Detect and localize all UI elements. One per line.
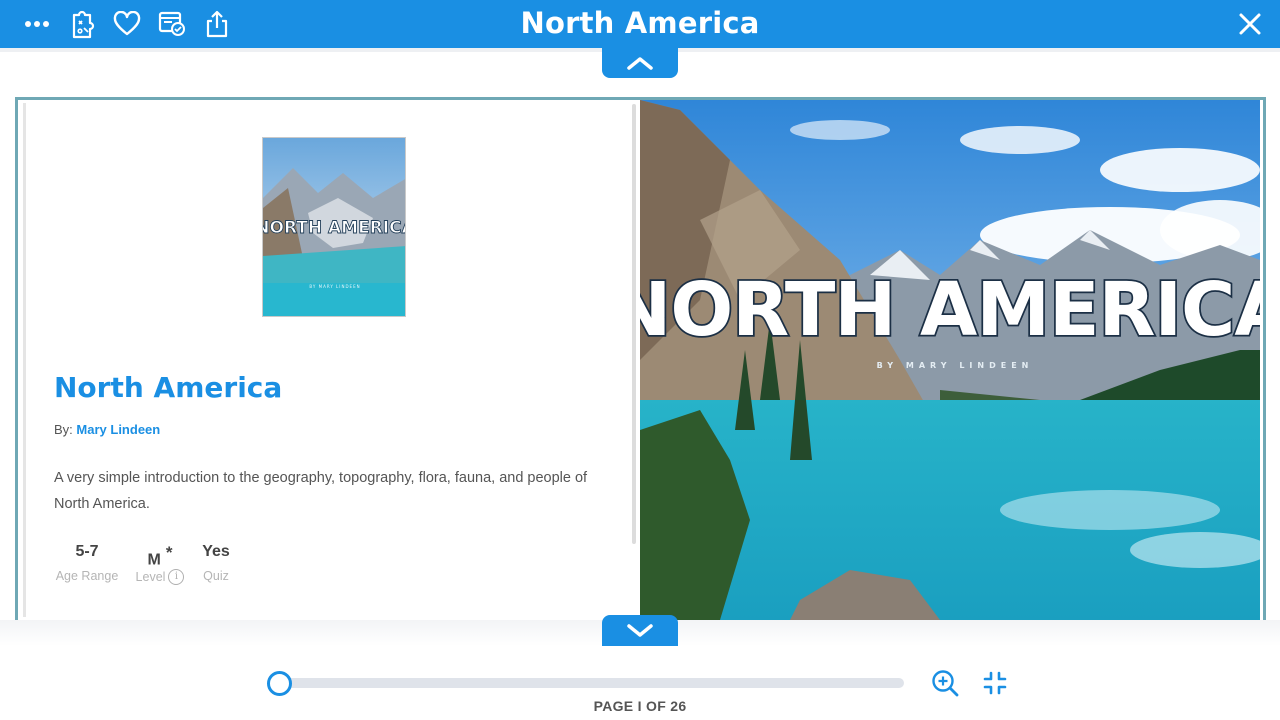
- cover-thumbnail-byline: BY MARY LINDEEN: [309, 284, 360, 289]
- level-value: M *: [132, 543, 188, 569]
- age-range-label: Age Range: [55, 569, 119, 583]
- expand-down-tab[interactable]: [602, 615, 678, 646]
- top-bar: North America: [0, 0, 1280, 48]
- page-progress-slider[interactable]: [279, 678, 904, 688]
- book-title: North America: [54, 371, 283, 404]
- age-range-value: 5-7: [75, 543, 99, 560]
- by-label: By:: [54, 422, 73, 437]
- zoom-in-button[interactable]: [930, 668, 960, 698]
- byline: By: Mary Lindeen: [54, 422, 160, 437]
- collapse-up-tab[interactable]: [602, 48, 678, 78]
- book-viewer: NORTH AMERICA BY MARY LINDEEN North Amer…: [15, 97, 1266, 623]
- level-label: Level: [135, 570, 166, 584]
- cover-title: NORTH AMERICA: [640, 267, 1260, 353]
- info-page-scrollbar[interactable]: [632, 104, 636, 544]
- quiz-stat: Yes Quiz: [196, 543, 236, 583]
- age-range-stat: 5-7 Age Range: [54, 543, 120, 583]
- cover-thumbnail-title: NORTH AMERICA: [263, 218, 406, 238]
- chevron-down-icon: [627, 623, 653, 637]
- cover-illustration: NORTH AMERICA BY MARY LINDEEN: [640, 100, 1260, 620]
- level-stat: M * Level i: [132, 543, 188, 585]
- quiz-value: Yes: [202, 543, 230, 560]
- page-indicator: PAGE I OF 26: [593, 698, 687, 714]
- book-description: A very simple introduction to the geogra…: [54, 470, 588, 512]
- cover-byline: BY MARY LINDEEN: [877, 361, 1034, 370]
- book-info-page: NORTH AMERICA BY MARY LINDEEN North Amer…: [23, 103, 639, 617]
- level-value-text: M: [147, 551, 161, 569]
- info-icon[interactable]: i: [168, 569, 185, 585]
- author-link[interactable]: Mary Lindeen: [76, 422, 160, 437]
- close-button[interactable]: [1234, 8, 1266, 40]
- chevron-up-icon: [627, 57, 653, 70]
- shrink-icon: [983, 671, 1007, 695]
- zoom-in-icon: [932, 670, 959, 697]
- quiz-label: Quiz: [203, 569, 229, 583]
- book-cover-thumbnail: NORTH AMERICA BY MARY LINDEEN: [262, 137, 406, 317]
- progress-slider-handle[interactable]: [267, 671, 292, 696]
- level-marker: *: [165, 543, 173, 562]
- close-icon: [1239, 13, 1261, 35]
- exit-fullscreen-button[interactable]: [980, 668, 1010, 698]
- page-title: North America: [520, 6, 760, 40]
- book-cover-page: NORTH AMERICA BY MARY LINDEEN: [640, 100, 1260, 620]
